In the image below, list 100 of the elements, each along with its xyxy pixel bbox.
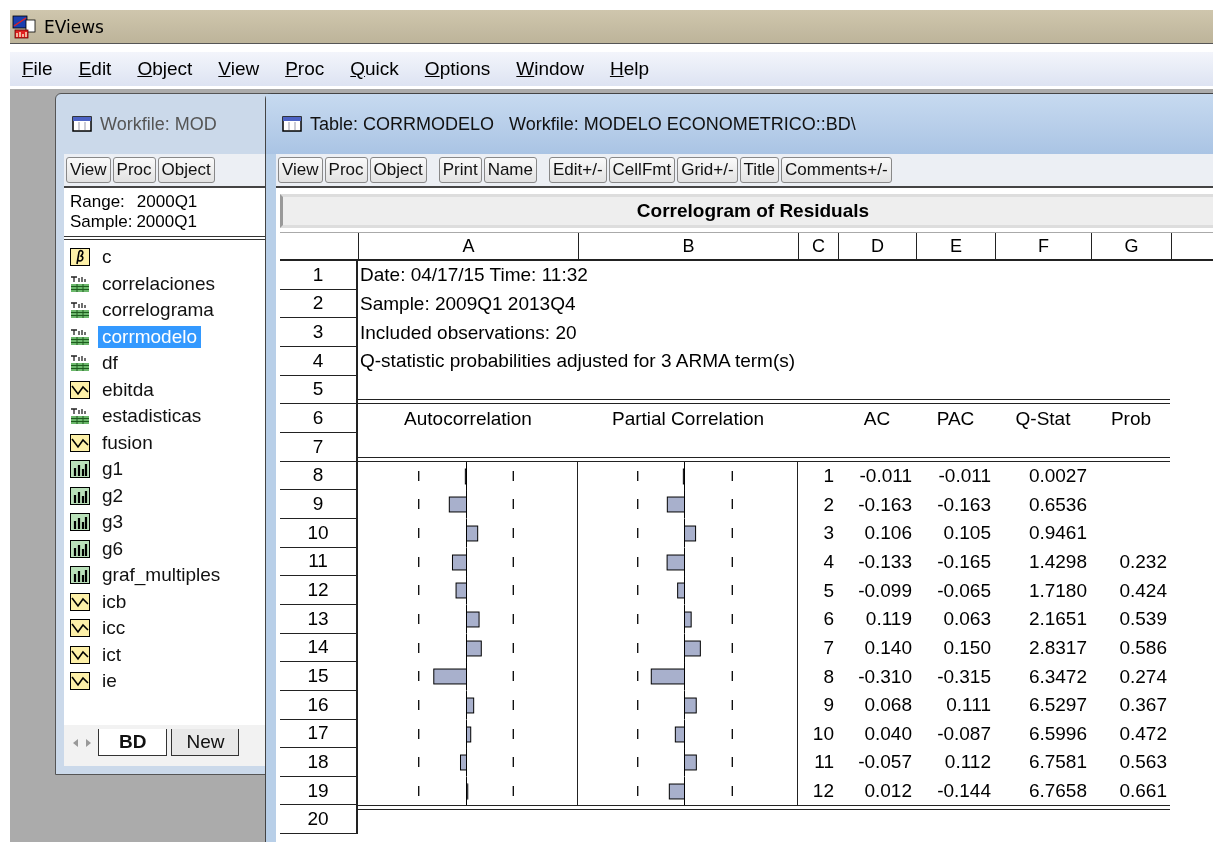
row-number[interactable]: 9: [280, 490, 358, 519]
sheet-tab[interactable]: New: [171, 729, 240, 756]
row-number[interactable]: 18: [280, 748, 358, 777]
menu-item[interactable]: Object: [137, 58, 193, 80]
row-number[interactable]: 17: [280, 719, 358, 749]
info-text: Included observations: 20: [359, 321, 577, 344]
prob-value: 0.424: [1119, 579, 1167, 601]
q-stat-value: 6.5996: [1028, 722, 1087, 744]
toolbar-button[interactable]: Proc: [324, 157, 368, 183]
lag-number: 7: [823, 636, 834, 658]
row-number[interactable]: 10: [280, 518, 358, 548]
toolbar-button[interactable]: CellFmt: [608, 157, 676, 183]
row-number[interactable]: 7: [280, 432, 358, 462]
menu-item[interactable]: Quick: [350, 58, 399, 80]
pac-value: -0.087: [937, 722, 991, 744]
object-item[interactable]: icc: [98, 617, 130, 640]
pac-value: -0.065: [937, 579, 991, 601]
pac-value: -0.315: [937, 665, 991, 687]
object-item[interactable]: ie: [98, 670, 121, 693]
row-number[interactable]: 19: [280, 776, 358, 806]
toolbar-button[interactable]: Print: [438, 157, 482, 183]
toolbar-button[interactable]: View: [278, 157, 323, 183]
column-label: Partial Correlation: [611, 407, 765, 429]
prob-value: 0.563: [1119, 751, 1167, 773]
object-item[interactable]: estadisticas: [98, 405, 206, 428]
ac-value: 0.068: [864, 694, 912, 716]
object-item[interactable]: ebitda: [98, 378, 158, 401]
object-item[interactable]: ict: [98, 643, 125, 666]
row-number[interactable]: 16: [280, 690, 358, 720]
row-number[interactable]: 4: [280, 346, 358, 376]
sheet-tab[interactable]: BD: [98, 729, 168, 756]
toolbar-button[interactable]: Grid+/-: [677, 157, 738, 183]
column-header[interactable]: F: [996, 233, 1092, 259]
column-header[interactable]: D: [839, 233, 917, 259]
row-number[interactable]: 5: [280, 375, 358, 405]
line-series-icon: [70, 380, 90, 399]
line-series-icon: [70, 645, 90, 664]
object-item[interactable]: df: [98, 352, 122, 375]
column-header[interactable]: B: [579, 233, 799, 259]
column-header[interactable]: G: [1092, 233, 1172, 259]
window-title: Workfile: MOD: [100, 113, 217, 135]
ac-value: -0.163: [858, 493, 912, 515]
object-item[interactable]: g2: [98, 484, 128, 507]
row-number[interactable]: 8: [280, 461, 358, 491]
menu-item[interactable]: Options: [424, 58, 491, 80]
lag-number: 11: [814, 751, 834, 773]
object-item[interactable]: fusion: [98, 431, 157, 454]
row-number[interactable]: 20: [280, 805, 358, 835]
toolbar-button[interactable]: Comments+/-: [781, 157, 892, 183]
info-text: Sample: 2009Q1 2013Q4: [359, 293, 576, 315]
table-window-icon: [282, 116, 302, 132]
ac-value: 0.119: [865, 608, 912, 630]
toolbar-button[interactable]: Title: [739, 157, 780, 183]
row-number[interactable]: 15: [280, 662, 358, 691]
object-item[interactable]: g6: [98, 537, 128, 560]
row-number[interactable]: 11: [280, 547, 358, 577]
row-number[interactable]: 2: [280, 289, 358, 319]
ac-value: -0.011: [859, 464, 912, 486]
object-item[interactable]: graf_multiples: [98, 564, 225, 587]
object-item[interactable]: g3: [98, 511, 128, 534]
object-item[interactable]: correlaciones: [98, 272, 219, 295]
column-label: Autocorrelation: [404, 407, 532, 429]
q-stat-value: 0.0027: [1028, 464, 1087, 486]
table-icon: [70, 407, 90, 426]
toolbar-button[interactable]: Edit+/-: [549, 157, 607, 183]
menu-item[interactable]: Window: [516, 58, 584, 80]
toolbar-button[interactable]: Name: [483, 157, 537, 183]
pac-value: -0.165: [937, 550, 991, 572]
menu-item[interactable]: Proc: [285, 58, 325, 80]
object-item[interactable]: correlograma: [98, 299, 218, 322]
menu-item[interactable]: View: [218, 58, 260, 80]
object-item[interactable]: icb: [98, 590, 131, 613]
row-number[interactable]: 12: [280, 576, 358, 605]
menu-item[interactable]: File: [22, 58, 53, 80]
column-header[interactable]: E: [917, 233, 996, 259]
column-header[interactable]: C: [799, 233, 839, 259]
toolbar-button[interactable]: Object: [369, 157, 427, 183]
row-number[interactable]: 13: [280, 604, 358, 634]
object-item[interactable]: c: [98, 246, 116, 269]
column-label: AC: [863, 407, 891, 429]
menu-item[interactable]: Help: [609, 58, 649, 80]
sample-label: Sample:: [70, 212, 133, 231]
column-header[interactable]: A: [359, 233, 579, 259]
row-number[interactable]: 3: [280, 318, 358, 347]
row-number[interactable]: 14: [280, 633, 358, 663]
pac-value: -0.163: [937, 493, 991, 515]
row-number[interactable]: 1: [280, 261, 358, 290]
q-stat-value: 0.6536: [1028, 493, 1087, 515]
row-number[interactable]: 6: [280, 404, 358, 433]
bar-graph-icon: [70, 566, 90, 585]
ac-value: -0.133: [858, 550, 912, 572]
toolbar-button[interactable]: View: [66, 157, 111, 183]
range-value: 2000Q1: [136, 192, 198, 211]
menu-item[interactable]: Edit: [78, 58, 112, 80]
toolbar-button[interactable]: Object: [157, 157, 215, 183]
toolbar-button[interactable]: Proc: [112, 157, 156, 183]
lag-number: 4: [823, 550, 834, 572]
prob-value: 0.274: [1119, 665, 1167, 687]
lag-number: 12: [812, 780, 834, 802]
object-item[interactable]: g1: [98, 458, 128, 481]
